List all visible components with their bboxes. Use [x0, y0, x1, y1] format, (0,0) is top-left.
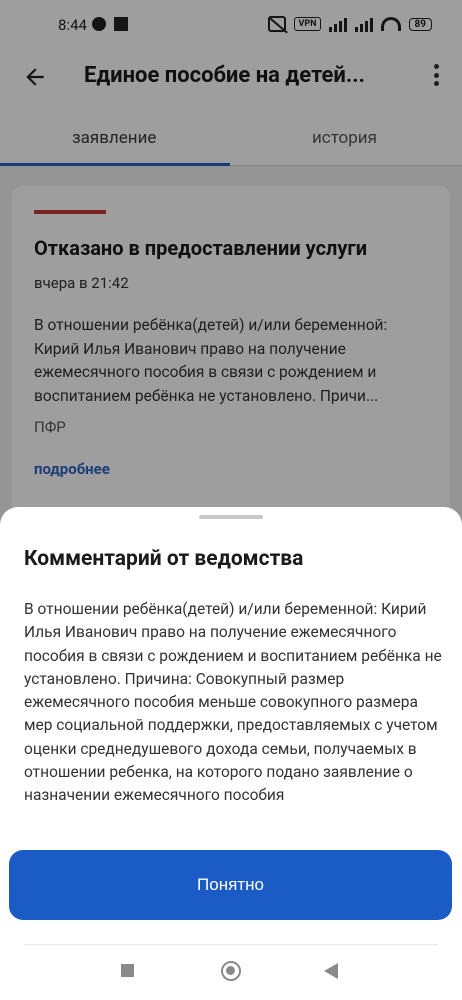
divider [24, 944, 438, 945]
sheet-title: Комментарий от ведомства [24, 547, 304, 571]
sheet-drag-handle[interactable] [199, 515, 263, 519]
home-icon[interactable] [221, 961, 241, 981]
understood-button[interactable]: Понятно [9, 850, 452, 920]
bottom-sheet: Комментарий от ведомства В отношении реб… [0, 507, 462, 1000]
recents-icon[interactable] [121, 964, 134, 977]
sheet-comment-text: В отношении ребёнка(детей) и/или беремен… [24, 600, 442, 805]
back-triangle-icon[interactable] [324, 963, 338, 979]
system-nav-bar [0, 953, 462, 1000]
